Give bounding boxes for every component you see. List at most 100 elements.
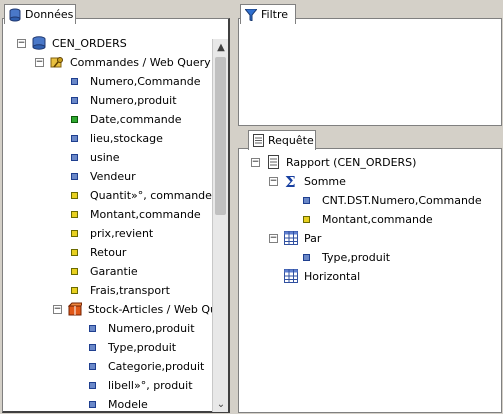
- tab-label: Filtre: [261, 8, 289, 21]
- collapse-toggle-icon[interactable]: −: [35, 57, 44, 67]
- tree-item-field[interactable]: lieu,stockage: [67, 129, 163, 147]
- dimension-field-icon: [89, 324, 96, 332]
- tree-node-report[interactable]: − Rapport (CEN_ORDERS): [251, 153, 416, 171]
- tree-item-label: Numero,produit: [108, 321, 195, 335]
- tree-node-sum[interactable]: − Σ Somme: [269, 172, 346, 190]
- filtre-panel[interactable]: [238, 18, 502, 126]
- tree-item-field[interactable]: Modele: [85, 395, 148, 411]
- tree-item-label: Quantit»°, commande: [90, 188, 212, 202]
- tree-item-label: Montant,commande: [322, 212, 433, 226]
- tree-item-field[interactable]: CNT.DST.Numero,Commande: [299, 191, 482, 209]
- tree-item-label: Retour: [90, 245, 127, 259]
- query-tree: − Rapport (CEN_ORDERS) − Σ Somme CNT.DST.Nume…: [239, 149, 501, 412]
- tree-item-label: prix,revient: [90, 226, 154, 240]
- tree-item-label: Date,commande: [90, 112, 182, 126]
- tree-item-field[interactable]: Montant,commande: [299, 210, 433, 228]
- measure-field-icon: [71, 210, 78, 218]
- tree-node-root[interactable]: − CEN_ORDERS: [17, 34, 127, 52]
- folder-key-icon: [50, 55, 64, 69]
- tab-label: Requête: [268, 134, 314, 147]
- tree-item-field[interactable]: Garantie: [67, 262, 138, 280]
- tree-item-label: CNT.DST.Numero,Commande: [322, 193, 482, 207]
- tree-item-field[interactable]: Categorie,produit: [85, 357, 204, 375]
- tab-filtre[interactable]: Filtre: [240, 4, 296, 24]
- measure-field-icon: [71, 267, 78, 275]
- package-icon: [68, 302, 82, 316]
- tree-item-label: Modele: [108, 397, 148, 411]
- tree-item-label: Rapport (CEN_ORDERS): [286, 155, 417, 169]
- tree-item-field[interactable]: Date,commande: [67, 110, 181, 128]
- tree-item-label: Numero,produit: [90, 93, 177, 107]
- dimension-field-icon: [89, 400, 96, 408]
- tree-item-field[interactable]: Vendeur: [67, 167, 136, 185]
- measure-field-icon: [71, 286, 78, 294]
- tree-item-label: Type,produit: [322, 250, 391, 264]
- vertical-scrollbar[interactable]: ▲ ⌄: [212, 39, 228, 412]
- funnel-icon: [245, 8, 257, 21]
- collapse-toggle-icon[interactable]: −: [17, 38, 26, 48]
- tree-item-label: Somme: [304, 174, 346, 188]
- tree-item-field[interactable]: Retour: [67, 243, 126, 261]
- tree-node-folder[interactable]: − Stock-Articles / Web Que: [53, 300, 224, 318]
- grid-icon: [284, 269, 298, 283]
- tree-node-folder[interactable]: − Commandes / Web Query: [35, 53, 211, 71]
- tree-item-label: lieu,stockage: [90, 131, 163, 145]
- document-icon: [266, 155, 280, 169]
- tree-item-field[interactable]: Numero,Commande: [67, 72, 201, 90]
- tree-item-label: Horizontal: [304, 269, 361, 283]
- tree-item-label: Commandes / Web Query: [70, 55, 211, 69]
- dimension-field-icon: [303, 196, 310, 204]
- tree-item-label: Frais,transport: [90, 283, 170, 297]
- measure-field-icon: [71, 229, 78, 237]
- tree-item-field[interactable]: Numero,produit: [67, 91, 177, 109]
- document-icon: [253, 134, 264, 147]
- tree-item-label: Par: [304, 231, 322, 245]
- measure-field-icon: [71, 191, 78, 199]
- svg-text:Σ: Σ: [285, 174, 296, 188]
- tree-item-field[interactable]: Quantit»°, commande: [67, 186, 212, 204]
- tab-requete[interactable]: Requête: [248, 130, 316, 150]
- tree-item-label: libell»°, produit: [108, 378, 193, 392]
- measure-field-icon: [71, 248, 78, 256]
- tree-item-label: CEN_ORDERS: [52, 36, 127, 50]
- tree-item-label: Stock-Articles / Web Que: [88, 302, 224, 316]
- tab-donnees[interactable]: Données: [4, 4, 76, 24]
- tree-node-by[interactable]: − Par: [269, 229, 321, 247]
- tree-item-field[interactable]: Frais,transport: [67, 281, 170, 299]
- dimension-field-icon: [89, 381, 96, 389]
- scroll-thumb[interactable]: [215, 57, 226, 215]
- dimension-field-icon: [71, 96, 78, 104]
- collapse-toggle-icon[interactable]: −: [269, 176, 278, 186]
- tree-item-field[interactable]: usine: [67, 148, 120, 166]
- tree-item-label: Montant,commande: [90, 207, 201, 221]
- collapse-toggle-icon[interactable]: −: [269, 233, 278, 243]
- dimension-field-icon: [71, 153, 78, 161]
- measure-field-icon: [303, 215, 310, 223]
- dimension-field-icon: [303, 253, 310, 261]
- dimension-field-icon: [71, 134, 78, 142]
- tree-item-label: Vendeur: [90, 169, 136, 183]
- collapse-toggle-icon[interactable]: −: [53, 304, 62, 314]
- tree-item-field[interactable]: libell»°, produit: [85, 376, 193, 394]
- tree-item-field[interactable]: Type,produit: [299, 248, 390, 266]
- tree-item-label: Garantie: [90, 264, 138, 278]
- date-field-icon: [71, 115, 78, 123]
- database-icon: [32, 36, 46, 50]
- tree-item-label: Type,produit: [108, 340, 177, 354]
- data-tree: − CEN_ORDERS − Commandes / Web Query Numero,…: [3, 19, 228, 411]
- requete-panel: − Rapport (CEN_ORDERS) − Σ Somme CNT.DST.Nume…: [238, 148, 502, 413]
- collapse-toggle-icon[interactable]: −: [251, 157, 260, 167]
- tree-item-field[interactable]: Type,produit: [85, 338, 176, 356]
- tree-item-label: usine: [90, 150, 120, 164]
- panel-splitter[interactable]: [232, 0, 237, 414]
- tree-item-field[interactable]: Montant,commande: [67, 205, 201, 223]
- tree-item-field[interactable]: Numero,produit: [85, 319, 195, 337]
- tree-item-field[interactable]: prix,revient: [67, 224, 153, 242]
- scroll-up-icon[interactable]: ▲: [213, 39, 229, 55]
- donnees-panel: − CEN_ORDERS − Commandes / Web Query Numero,…: [2, 18, 230, 413]
- dimension-field-icon: [89, 343, 96, 351]
- chevron-down-icon[interactable]: ⌄: [213, 396, 229, 412]
- tree-item-label: Numero,Commande: [90, 74, 201, 88]
- sigma-icon: Σ: [284, 174, 298, 188]
- tree-node-horizontal[interactable]: Horizontal: [284, 267, 360, 285]
